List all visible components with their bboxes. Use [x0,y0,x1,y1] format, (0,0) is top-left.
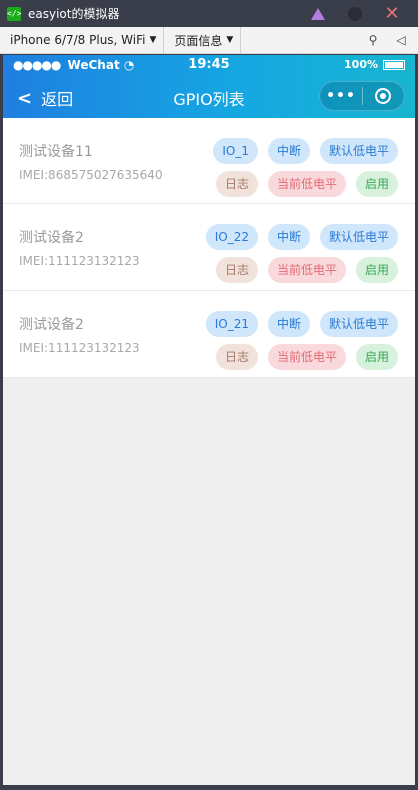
tag-group: IO_22 中断 默认低电平 日志 当前低电平 启用 [196,224,398,283]
minimize-button[interactable] [307,3,329,25]
code-icon: </> [7,6,21,21]
battery-icon [383,59,405,70]
device-imei: IMEI:111123132123 [19,254,140,268]
circle-icon [348,6,362,21]
default-level-tag: 默认低电平 [319,224,398,250]
target-icon [375,88,392,104]
io-tag: IO_21 [205,311,258,337]
window-titlebar: </> easyiot的模拟器 ✕ [0,0,418,27]
current-level-tag: 当前低电平 [267,257,346,283]
device-imei: IMEI:111123132123 [19,341,140,355]
page-info-select[interactable]: 页面信息 ▼ [164,26,242,54]
simulator-toolbar: iPhone 6/7/8 Plus, WiFi ▼ 页面信息 ▼ ⚲ ◁ [0,26,418,54]
gpio-list: 测试设备11 IMEI:868575027635640 IO_1 中断 默认低电… [3,118,415,378]
list-item[interactable]: 测试设备2 IMEI:111123132123 IO_22 中断 默认低电平 日… [3,204,415,291]
tag-group: IO_1 中断 默认低电平 日志 当前低电平 启用 [203,138,398,197]
default-level-tag: 默认低电平 [319,311,398,337]
enable-status-button[interactable]: 启用 [355,171,398,197]
chevron-down-icon: ▼ [149,35,157,45]
chevron-down-icon: ▼ [226,35,234,45]
speaker-icon[interactable]: ◁ [390,33,412,47]
device-select-label: iPhone 6/7/8 Plus, WiFi [10,33,146,47]
close-icon: ✕ [384,2,400,24]
exit-button[interactable] [363,88,404,104]
default-level-tag: 默认低电平 [319,138,398,164]
device-select[interactable]: iPhone 6/7/8 Plus, WiFi ▼ [0,26,165,54]
window-title: easyiot的模拟器 [28,7,120,21]
mode-tag: 中断 [267,311,310,337]
list-item[interactable]: 测试设备11 IMEI:868575027635640 IO_1 中断 默认低电… [3,118,415,204]
battery-percent: 100% [344,58,378,71]
device-name: 测试设备2 [19,317,84,333]
mode-tag: 中断 [267,138,310,164]
device-name: 测试设备11 [19,144,93,160]
enable-status-button[interactable]: 启用 [355,344,398,370]
io-tag: IO_22 [205,224,258,250]
battery: 100% [344,58,405,71]
maximize-button[interactable] [344,3,366,25]
phone-screen: ●●●●● WeChat ◔ 19:45 100% < 返回 GPIO列表 ••… [3,55,415,785]
enable-status-button[interactable]: 启用 [355,257,398,283]
tag-group: IO_21 中断 默认低电平 日志 当前低电平 启用 [196,311,398,370]
io-tag: IO_1 [213,138,258,164]
list-item[interactable]: 测试设备2 IMEI:111123132123 IO_21 中断 默认低电平 日… [3,291,415,378]
mode-tag: 中断 [267,224,310,250]
device-name: 测试设备2 [19,230,84,246]
current-level-tag: 当前低电平 [267,171,346,197]
pin-icon[interactable]: ⚲ [362,33,384,47]
miniprogram-capsule: ••• [319,81,405,111]
current-level-tag: 当前低电平 [267,344,346,370]
triangle-icon [311,7,325,20]
log-button[interactable]: 日志 [215,257,258,283]
log-button[interactable]: 日志 [215,344,258,370]
more-button[interactable]: ••• [320,88,362,104]
log-button[interactable]: 日志 [215,171,258,197]
page-info-label: 页面信息 [174,33,223,48]
device-imei: IMEI:868575027635640 [19,168,163,182]
navigation-bar: ●●●●● WeChat ◔ 19:45 100% < 返回 GPIO列表 ••… [3,55,415,118]
status-bar: ●●●●● WeChat ◔ 19:45 100% [3,55,415,75]
close-window-button[interactable]: ✕ [381,3,403,25]
